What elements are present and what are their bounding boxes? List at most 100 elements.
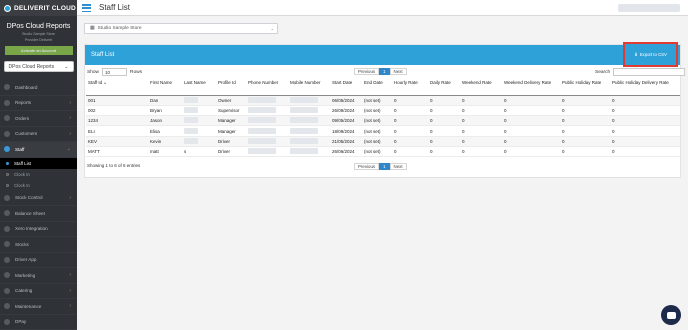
column-header[interactable]: Profile Id xyxy=(216,79,246,95)
mobile-number-cell xyxy=(288,116,330,126)
sidebar-item-maintenance[interactable]: Maintenance› xyxy=(0,299,77,315)
column-header[interactable]: Start Date xyxy=(330,79,362,95)
sidebar-item-stock-control[interactable]: Stock Control› xyxy=(0,191,77,207)
next-page-button[interactable]: Next xyxy=(390,163,407,170)
cell-weekend-del: 0 xyxy=(502,146,560,156)
next-page-button[interactable]: Next xyxy=(390,68,407,75)
export-csv-button[interactable]: ⬇ Export to CSV xyxy=(623,42,678,67)
cell-start: 26/06/2024 xyxy=(330,146,362,156)
sidebar-item-label: Balance Sheet xyxy=(15,211,45,216)
sidebar-item-reports[interactable]: Reports› xyxy=(0,96,77,112)
table-row[interactable]: 002BryanSupervisor26/09/2024(not set)000… xyxy=(86,105,680,115)
chat-icon xyxy=(667,312,676,319)
sidebar: DPos Cloud Reports Studio Sample Store P… xyxy=(0,16,77,329)
column-header[interactable]: Weekend Rate xyxy=(460,79,502,95)
panel-header: Staff List ⬇ Export to CSV xyxy=(85,45,680,65)
search-input[interactable] xyxy=(613,68,685,76)
user-account-menu[interactable] xyxy=(618,4,680,12)
column-header-label: Last Name xyxy=(184,80,206,85)
column-header-label: First Name xyxy=(150,80,172,85)
redacted-value xyxy=(248,117,276,123)
balance-sheet-icon xyxy=(4,210,10,216)
sidebar-item-orders[interactable]: Orders› xyxy=(0,111,77,127)
sidebar-item-driver-app[interactable]: Driver App xyxy=(0,253,77,269)
redacted-value xyxy=(248,138,276,144)
column-header[interactable]: End Date xyxy=(362,79,392,95)
cell-ph: 0 xyxy=(560,146,610,156)
rows-label: Rows xyxy=(130,70,142,75)
mobile-number-cell xyxy=(288,95,330,105)
column-header[interactable]: Hourly Rate xyxy=(392,79,428,95)
column-header[interactable]: Staff Id▲ xyxy=(86,79,148,95)
table-row[interactable]: 001DanOwner06/05/2024(not set)000000 xyxy=(86,95,680,105)
column-header[interactable]: Last Name xyxy=(182,79,216,95)
sidebar-item-staff[interactable]: Staff⌄ xyxy=(0,142,77,158)
bullet-icon xyxy=(6,184,9,187)
customers-icon xyxy=(4,131,10,137)
brand-logo[interactable]: DELIVERIT CLOUD xyxy=(0,0,77,16)
sidebar-item-label: Dashboard xyxy=(15,85,37,90)
cell-profile: Manager xyxy=(216,126,246,136)
sidebar-subitem[interactable]: Clock In xyxy=(0,180,77,191)
redacted-value xyxy=(290,107,318,113)
column-header[interactable]: First Name xyxy=(148,79,182,95)
menu-toggle-icon[interactable] xyxy=(82,4,91,12)
sidebar-item-dpay[interactable]: DPay xyxy=(0,315,77,330)
column-header[interactable]: Mobile Number xyxy=(288,79,330,95)
previous-page-button[interactable]: Previous xyxy=(354,68,379,75)
cell-ph-del: 0 xyxy=(610,146,680,156)
redacted-value xyxy=(184,128,198,134)
sidebar-item-dashboard[interactable]: Dashboard xyxy=(0,80,77,96)
column-header[interactable]: Public Holiday Rate xyxy=(560,79,610,95)
cell-profile: Supervisor xyxy=(216,105,246,115)
previous-page-button[interactable]: Previous xyxy=(354,163,379,170)
sidebar-item-catering[interactable]: Catering› xyxy=(0,284,77,300)
column-header[interactable]: Weekend Delivery Rate xyxy=(502,79,560,95)
cell-weekend: 0 xyxy=(460,95,502,105)
page-length-select[interactable]: 10 xyxy=(102,68,127,76)
store-select[interactable]: ▦ Studio Sample Store ⌄ xyxy=(84,23,278,34)
redacted-value xyxy=(248,107,276,113)
cell-hourly: 0 xyxy=(392,136,428,146)
cell-weekend-del: 0 xyxy=(502,126,560,136)
cell-end: (not set) xyxy=(362,95,392,105)
column-header[interactable]: Daily Rate xyxy=(428,79,460,95)
column-header[interactable]: Phone Number xyxy=(246,79,288,95)
sidebar-item-label: Maintenance xyxy=(15,304,41,309)
phone-number-cell xyxy=(246,116,288,126)
phone-number-cell xyxy=(246,95,288,105)
sidebar-item-balance-sheet[interactable]: Balance Sheet xyxy=(0,206,77,222)
cell-last xyxy=(182,126,216,136)
sidebar-subitem[interactable]: Staff List xyxy=(0,158,77,169)
cell-weekend-del: 0 xyxy=(502,95,560,105)
activate-account-button[interactable]: Activate an Account xyxy=(5,46,73,55)
column-header[interactable]: Public Holiday Delivery Rate xyxy=(610,79,680,95)
table-row[interactable]: 1234JasonManager09/05/2024(not set)00000… xyxy=(86,116,680,126)
page-1-button[interactable]: 1 xyxy=(379,68,389,75)
sidebar-subitem[interactable]: Clock In xyxy=(0,169,77,180)
page-1-button[interactable]: 1 xyxy=(379,163,389,170)
redacted-value xyxy=(184,107,198,113)
table-row[interactable]: KEVKevinDriver21/05/2024(not set)000000 xyxy=(86,136,680,146)
table-row[interactable]: MATTmattsDriver26/06/2024(not set)000000 xyxy=(86,146,680,156)
sidebar-item-label: Xero Integration xyxy=(15,226,48,231)
sidebar-item-marketing[interactable]: Marketing› xyxy=(0,268,77,284)
redacted-value xyxy=(184,117,198,123)
sidebar-item-xero-integration[interactable]: Xero Integration xyxy=(0,222,77,238)
sidebar-item-stocks[interactable]: Stocks xyxy=(0,237,77,253)
driver-app-icon xyxy=(4,257,10,263)
sidebar-subitem-label: Clock In xyxy=(14,183,30,188)
sidebar-item-label: Marketing xyxy=(15,273,35,278)
sort-icon: ▲ xyxy=(103,81,107,85)
mobile-number-cell xyxy=(288,105,330,115)
chat-widget-button[interactable] xyxy=(661,305,681,325)
cell-end: (not set) xyxy=(362,116,392,126)
table-row[interactable]: ELIElisaManager18/09/2024(not set)000000 xyxy=(86,126,680,136)
phone-number-cell xyxy=(246,126,288,136)
staff-list-panel: Staff List ⬇ Export to CSV Show 10 Rows … xyxy=(84,44,681,178)
staff-icon xyxy=(4,146,10,152)
sidebar-item-customers[interactable]: Customers› xyxy=(0,127,77,143)
cell-staff-id: 002 xyxy=(86,105,148,115)
phone-number-cell xyxy=(246,146,288,156)
report-type-select[interactable]: DPos Cloud Reports ⌄ xyxy=(4,61,74,72)
